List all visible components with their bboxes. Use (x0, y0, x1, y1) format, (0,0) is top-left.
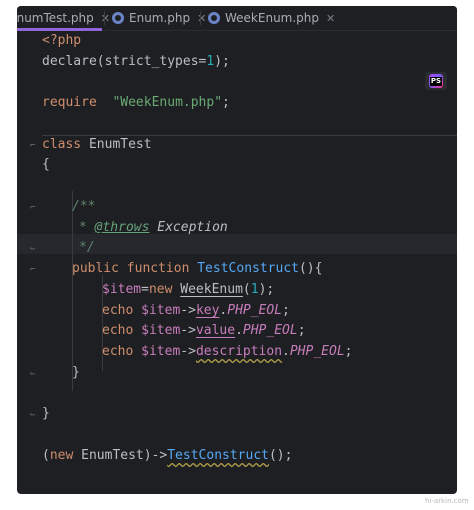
code-line: $item=new WeekEnum(1); (102, 282, 275, 297)
tab-bar: EnumTest.php ✕ Enum.php ✕ WeekEnum.php ✕ (17, 6, 457, 31)
code-line: echo $item->key.PHP_EOL; (102, 303, 290, 318)
fold-icon[interactable]: ⌙ (30, 410, 38, 420)
code-line: } (72, 365, 80, 380)
fold-icon[interactable]: ⌙ (30, 244, 38, 254)
tab-label: WeekEnum.php (225, 11, 320, 25)
tab-enum[interactable]: Enum.php ✕ (112, 6, 206, 30)
tab-divider (200, 11, 201, 25)
editor-window: EnumTest.php ✕ Enum.php ✕ WeekEnum.php ✕… (17, 6, 457, 494)
code-line: */ (79, 240, 95, 255)
code-line: <?php (42, 33, 82, 48)
code-line: class EnumTest (42, 137, 152, 152)
code-line: * @throws Exception (79, 220, 228, 235)
fold-icon[interactable]: ⌐ (30, 141, 38, 151)
fold-icon[interactable]: ⌐ (30, 203, 38, 213)
code-line: echo $item->description.PHP_EOL; (102, 344, 353, 359)
close-icon[interactable]: ✕ (197, 12, 206, 25)
tab-label: EnumTest.php (17, 11, 94, 25)
close-icon[interactable]: ✕ (326, 12, 335, 25)
watermark: hi-arkin.com (425, 497, 469, 505)
code-line: { (42, 157, 50, 172)
code-line: public function TestConstruct(){ (72, 261, 323, 276)
tab-label: Enum.php (129, 11, 191, 25)
close-icon[interactable]: ✕ (101, 12, 110, 25)
php-file-icon (208, 12, 220, 24)
code-line: } (42, 406, 50, 421)
fold-icon[interactable]: ⌙ (30, 369, 38, 379)
tab-enumtest[interactable]: EnumTest.php ✕ (17, 6, 110, 30)
tab-divider (104, 11, 105, 25)
indent-guide (72, 191, 73, 391)
tab-weekenum[interactable]: WeekEnum.php ✕ (208, 6, 335, 30)
code-editor[interactable]: <?php declare(strict_types=1); require "… (17, 31, 457, 494)
fold-icon[interactable]: ⌐ (30, 265, 38, 275)
code-line: declare(strict_types=1); (42, 54, 230, 69)
code-line: require "WeekEnum.php"; (42, 95, 230, 110)
code-line: /** (72, 199, 96, 214)
php-file-icon (112, 12, 124, 24)
code-line: (new EnumTest)->TestConstruct(); (42, 448, 293, 463)
code-line: echo $item->value.PHP_EOL; (102, 323, 306, 338)
